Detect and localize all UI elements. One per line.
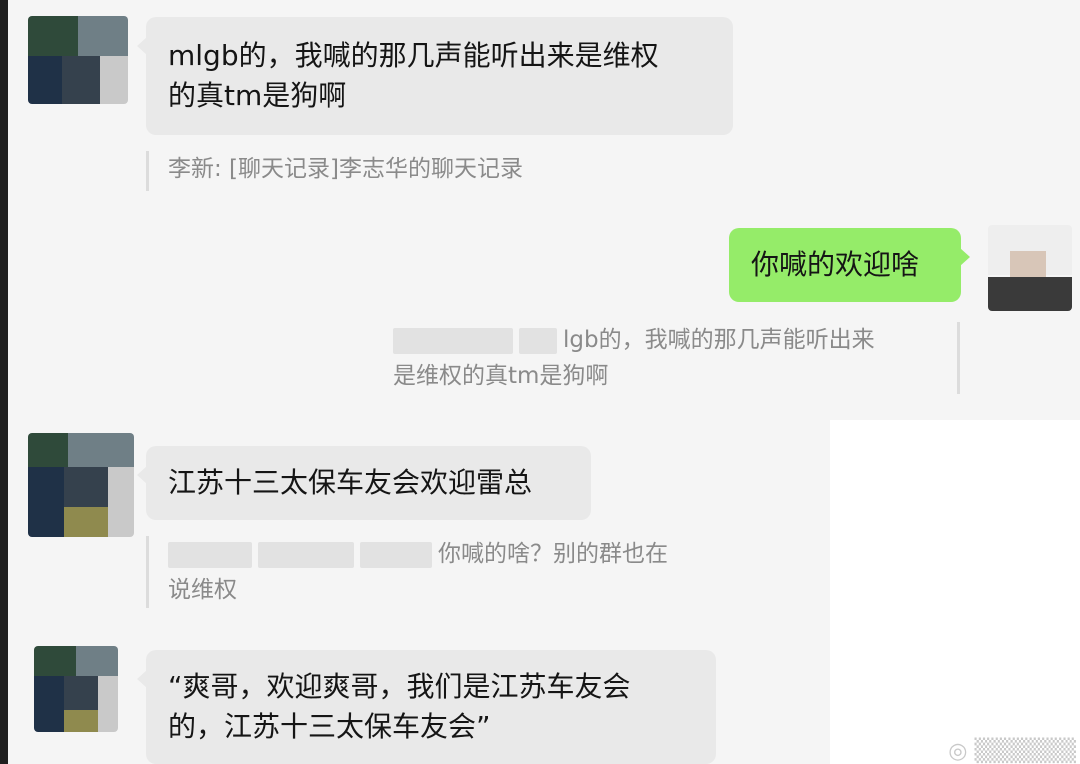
quote-text: 说维权 [168, 577, 237, 603]
contact-avatar-2[interactable] [28, 433, 134, 537]
contact-avatar-3[interactable] [34, 646, 118, 732]
redacted-name [519, 327, 557, 354]
quote-text: 是维权的真tm是狗啊 [393, 363, 609, 389]
watermark: ◎ ▒▒▒▒▒▒ [948, 739, 1076, 764]
contact-avatar-1[interactable] [28, 16, 128, 104]
chat-window: mlgb的，我喊的那几声能听出来是维权 的真tm是狗啊 李新: [聊天记录]李志… [0, 0, 1080, 764]
message-text: mlgb的，我喊的那几声能听出来是维权 [168, 39, 659, 72]
message-text: 江苏十三太保车友会欢迎雷总 [168, 466, 533, 499]
message-text: “爽哥，欢迎爽哥，我们是江苏车友会 [168, 670, 631, 703]
quote-text: 李新: [聊天记录]李志华的聊天记录 [168, 156, 524, 182]
redacted-name [360, 541, 432, 568]
message-bubble-3[interactable]: 江苏十三太保车友会欢迎雷总 [137, 446, 591, 520]
message-text: 的真tm是狗啊 [168, 79, 347, 112]
quoted-message-3[interactable]: 你喊的啥？别的群也在 说维权 [146, 536, 726, 608]
quote-text: 你喊的啥？别的群也在 [438, 541, 668, 567]
message-text: 的，江苏十三太保车友会” [168, 710, 491, 743]
quoted-message-2[interactable]: lgb的，我喊的那几声能听出来 是维权的真tm是狗啊 [393, 322, 960, 394]
redacted-name [393, 327, 513, 354]
window-left-edge [0, 0, 8, 764]
redacted-name [168, 541, 252, 568]
my-avatar[interactable] [988, 225, 1072, 311]
message-bubble-1[interactable]: mlgb的，我喊的那几声能听出来是维权 的真tm是狗啊 [137, 17, 733, 135]
quoted-message-1[interactable]: 李新: [聊天记录]李志华的聊天记录 [146, 151, 646, 191]
quote-text: lgb的，我喊的那几声能听出来 [563, 327, 875, 353]
message-text: 你喊的欢迎啥 [751, 248, 920, 281]
message-bubble-4[interactable]: “爽哥，欢迎爽哥，我们是江苏车友会 的，江苏十三太保车友会” [137, 650, 716, 764]
message-bubble-2[interactable]: 你喊的欢迎啥 [729, 228, 970, 302]
redacted-name [258, 541, 354, 568]
background-panel [830, 420, 1080, 764]
